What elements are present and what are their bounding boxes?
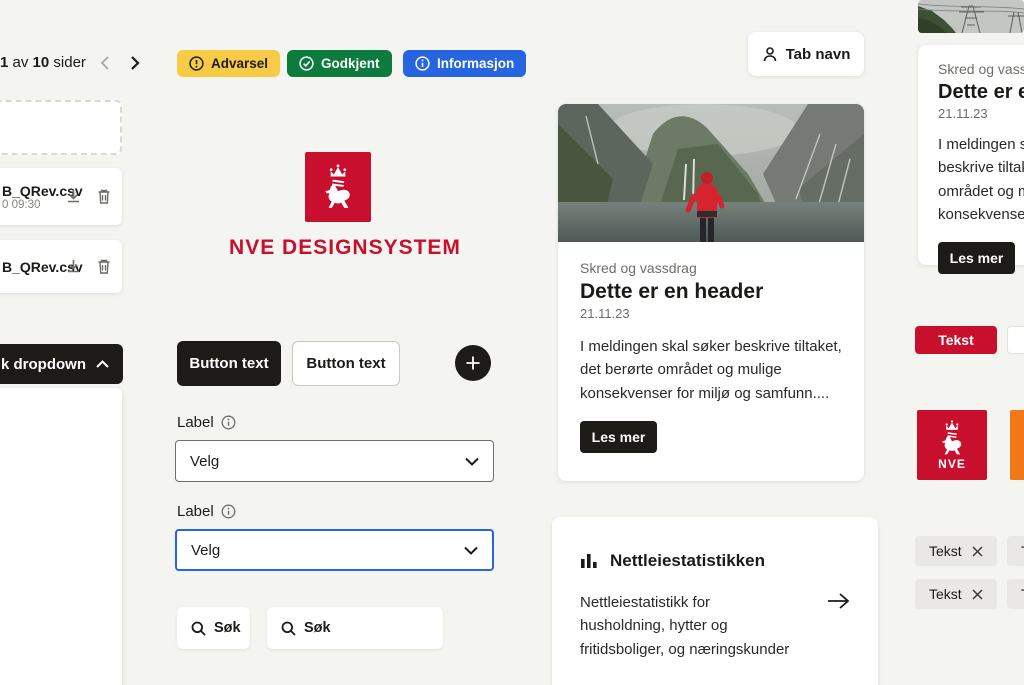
select-value: Velg xyxy=(191,542,220,559)
chevron-up-icon xyxy=(96,360,109,368)
chip-label: Tekst xyxy=(929,586,962,602)
stats-card[interactable]: Nettleiestatistikken Nettleiestatistikk … xyxy=(552,517,878,685)
file-timestamp: 0 09:30 xyxy=(2,199,51,211)
partner-logo-orange xyxy=(1010,410,1024,480)
read-more-button[interactable]: Les mer xyxy=(938,242,1015,274)
powerline-photo xyxy=(918,0,1024,33)
search-label: Søk xyxy=(214,620,241,636)
success-badge: Godkjent xyxy=(287,50,392,77)
design-system-title: NVE DESIGNSYSTEM xyxy=(167,236,523,260)
secondary-button[interactable]: Button text xyxy=(292,341,400,386)
dropdown-label: k dropdown xyxy=(1,356,86,373)
info-tooltip-icon[interactable] xyxy=(221,504,236,519)
info-tooltip-icon[interactable] xyxy=(221,415,236,430)
article-category: Skred og vassdrag xyxy=(938,61,1024,77)
filter-chip[interactable]: Tekst xyxy=(1007,536,1024,566)
search-icon xyxy=(191,621,206,636)
article-date: 21.11.23 xyxy=(938,106,1024,121)
select-input[interactable]: Velg xyxy=(175,440,494,482)
tab-label: Tab navn xyxy=(786,46,851,63)
field-label: Label xyxy=(177,414,236,431)
article-title: Dette er en header xyxy=(580,280,842,304)
article-card-side[interactable]: Skred og vassdrag Dette er en header 21.… xyxy=(918,45,1024,265)
plus-icon xyxy=(465,355,481,371)
lion-crest-icon xyxy=(317,164,359,210)
trash-icon[interactable] xyxy=(96,258,112,275)
pagination-text: 1 av 10 sider xyxy=(0,54,86,71)
article-body: I meldingen skal søker beskrive tiltaket… xyxy=(580,335,842,405)
tab-navn[interactable]: Tab navn xyxy=(748,32,864,76)
dropdown-panel[interactable] xyxy=(0,388,122,685)
warning-badge: Advarsel xyxy=(177,50,280,77)
file-name: B_QRev.csv xyxy=(2,183,51,199)
chevron-right-icon[interactable] xyxy=(123,56,148,70)
download-icon[interactable] xyxy=(65,188,82,205)
pagination: 1 av 10 sider xyxy=(0,54,148,71)
filter-chip[interactable]: Tekst xyxy=(915,579,997,609)
chevron-down-icon xyxy=(464,546,478,555)
tag-button-red[interactable]: Tekst xyxy=(915,326,997,354)
filter-chip[interactable]: Tekst xyxy=(1007,579,1024,609)
stats-title: Nettleiestatistikken xyxy=(610,551,765,571)
fjord-photo xyxy=(558,104,864,242)
success-badge-label: Godkjent xyxy=(321,56,380,71)
article-date: 21.11.23 xyxy=(580,306,842,321)
chevron-left-icon[interactable] xyxy=(92,56,117,70)
article-body: I meldingen skal søker beskrive tiltaket… xyxy=(938,133,1024,226)
filter-chip[interactable]: Tekst xyxy=(915,536,997,566)
read-more-button[interactable]: Les mer xyxy=(580,421,657,453)
warning-badge-label: Advarsel xyxy=(211,56,268,71)
search-button-small[interactable]: Søk xyxy=(177,607,250,649)
download-icon[interactable] xyxy=(65,258,82,275)
article-title: Dette er en header xyxy=(938,81,1024,104)
stats-body: Nettleiestatistikk for husholdning, hytt… xyxy=(580,591,798,661)
warning-icon xyxy=(189,56,204,71)
nve-logo-small: NVE xyxy=(917,410,987,480)
file-name: B_QRev.csv xyxy=(2,259,51,275)
trash-icon[interactable] xyxy=(96,188,112,205)
check-circle-icon xyxy=(299,56,314,71)
search-input[interactable]: Søk xyxy=(267,607,443,649)
arrow-right-icon[interactable] xyxy=(826,591,850,661)
info-badge-label: Informasjon xyxy=(437,56,514,71)
close-icon[interactable] xyxy=(972,546,983,557)
upload-dropzone[interactable] xyxy=(0,100,122,155)
chevron-down-icon xyxy=(465,457,479,466)
chip-label: Tekst xyxy=(929,543,962,559)
nve-logo xyxy=(305,152,371,222)
person-icon xyxy=(762,46,778,63)
tag-button-outline[interactable]: Tekst xyxy=(1007,326,1024,354)
select-value: Velg xyxy=(190,453,219,470)
article-card[interactable]: Skred og vassdrag Dette er en header 21.… xyxy=(558,104,864,481)
search-placeholder: Søk xyxy=(304,620,331,636)
search-icon xyxy=(281,621,296,636)
close-icon[interactable] xyxy=(972,589,983,600)
design-system-page: 1 av 10 sider B_QRev.csv 0 09:30 B_QRev.… xyxy=(0,0,1024,685)
add-button[interactable] xyxy=(455,345,491,381)
select-input-focused[interactable]: Velg xyxy=(175,529,494,571)
file-row: B_QRev.csv 0 09:30 xyxy=(0,168,122,225)
lion-crest-icon xyxy=(935,420,969,456)
info-badge: Informasjon xyxy=(403,50,526,77)
primary-button[interactable]: Button text xyxy=(177,341,281,386)
field-label: Label xyxy=(177,503,236,520)
file-row: B_QRev.csv xyxy=(0,240,122,293)
dropdown-toggle-button[interactable]: k dropdown xyxy=(0,344,123,384)
info-circle-icon xyxy=(415,56,430,71)
article-category: Skred og vassdrag xyxy=(580,260,842,276)
nve-abbr: NVE xyxy=(938,457,966,471)
bar-chart-icon xyxy=(580,552,598,570)
